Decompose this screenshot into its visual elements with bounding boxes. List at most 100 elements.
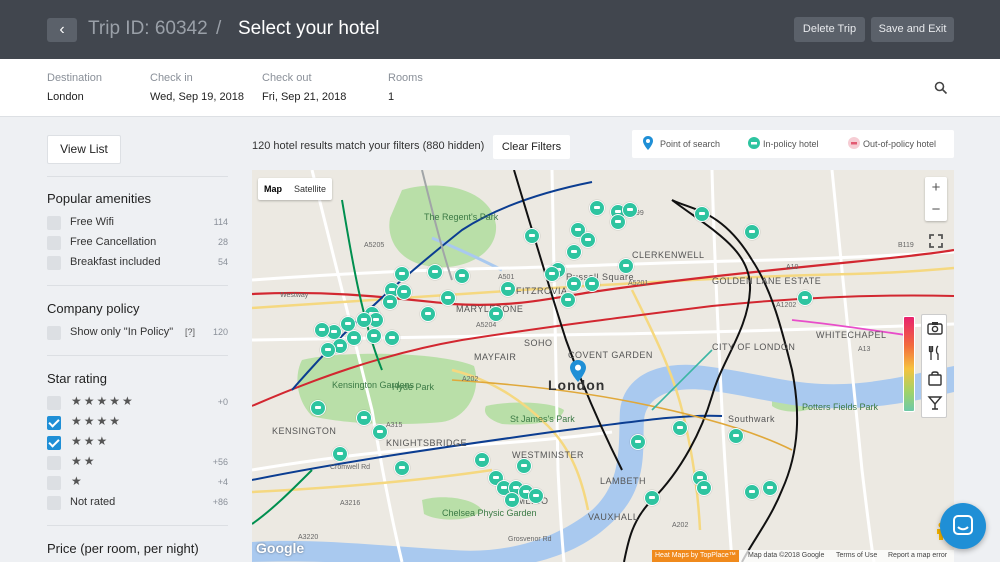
checkbox[interactable] <box>47 216 61 230</box>
hotel-marker[interactable] <box>346 330 362 346</box>
hotel-marker[interactable] <box>630 434 646 450</box>
hotel-marker[interactable] <box>382 294 398 310</box>
hotel-marker[interactable] <box>560 292 576 308</box>
terms-link[interactable]: Terms of Use <box>836 552 877 559</box>
hotel-marker[interactable] <box>544 266 560 282</box>
map-type-control: Map Satellite <box>258 178 333 200</box>
hotel-marker[interactable] <box>622 202 638 218</box>
filter-in-policy[interactable]: Show only "In Policy" [?] 120 <box>47 325 228 341</box>
checkbox[interactable] <box>47 476 61 490</box>
filter-5-stars[interactable]: ★★★★★ +0 <box>47 394 228 411</box>
hotel-marker[interactable] <box>420 306 436 322</box>
hotel-marker[interactable] <box>504 492 520 508</box>
hotel-marker[interactable] <box>396 284 412 300</box>
hotel-marker[interactable] <box>440 290 456 306</box>
shopping-bag-icon[interactable] <box>927 370 943 386</box>
hotel-marker[interactable] <box>356 312 372 328</box>
hotel-marker[interactable] <box>610 214 626 230</box>
map-view-button[interactable]: Map <box>258 178 288 200</box>
zoom-in-button[interactable]: + <box>925 177 947 199</box>
filter-3-stars[interactable]: ★★★ <box>47 434 228 451</box>
restaurant-icon[interactable] <box>927 345 943 361</box>
hotel-marker[interactable] <box>566 244 582 260</box>
hotel-marker[interactable] <box>566 276 582 292</box>
checkbox[interactable] <box>47 236 61 250</box>
hotel-marker[interactable] <box>394 460 410 476</box>
street-label: Cromwell Rd <box>330 464 371 471</box>
filter-breakfast-included[interactable]: Breakfast included 54 <box>47 255 228 271</box>
checkbox[interactable] <box>47 256 61 270</box>
hotel-marker[interactable] <box>528 488 544 504</box>
hotel-marker[interactable] <box>580 232 596 248</box>
hotel-marker[interactable] <box>728 428 744 444</box>
hotel-marker[interactable] <box>454 268 470 284</box>
area-label: MAYFAIR <box>474 352 517 362</box>
hotel-marker[interactable] <box>427 264 443 280</box>
stars: ★ <box>71 474 84 488</box>
hotel-marker[interactable] <box>797 290 813 306</box>
back-button[interactable]: ‹ <box>47 18 77 42</box>
hotel-marker[interactable] <box>618 258 634 274</box>
hotel-marker[interactable] <box>584 276 600 292</box>
hotel-marker[interactable] <box>524 228 540 244</box>
chat-button[interactable] <box>940 503 986 549</box>
hotel-marker[interactable] <box>394 266 410 282</box>
hotel-marker[interactable] <box>310 400 326 416</box>
fullscreen-icon[interactable] <box>925 230 947 252</box>
hotel-marker[interactable] <box>384 330 400 346</box>
hotel-marker[interactable] <box>332 446 348 462</box>
delete-trip-button[interactable]: Delete Trip <box>794 17 865 42</box>
checkbox[interactable] <box>47 496 61 510</box>
destination[interactable]: Destination London <box>47 72 102 103</box>
hotel-map[interactable]: The Regent's Park Kensington Gardens Hyde … <box>252 170 954 562</box>
zoom-out-button[interactable]: − <box>925 199 947 221</box>
check-in[interactable]: Check in Wed, Sep 19, 2018 <box>150 72 244 103</box>
hotel-marker[interactable] <box>589 200 605 216</box>
checkbox[interactable] <box>47 396 61 410</box>
hotel-marker[interactable] <box>672 420 688 436</box>
filter-free-wifi[interactable]: Free Wifi 114 <box>47 215 228 231</box>
filter-label: Free Wifi <box>70 216 114 228</box>
hotel-marker[interactable] <box>696 480 712 496</box>
hotel-marker[interactable] <box>744 224 760 240</box>
park-label: Hyde Park <box>392 382 435 392</box>
hotel-marker[interactable] <box>320 342 336 358</box>
rooms[interactable]: Rooms 1 <box>388 72 423 103</box>
hotel-marker[interactable] <box>488 306 504 322</box>
checkbox[interactable] <box>47 436 61 450</box>
checkbox[interactable] <box>47 416 61 430</box>
report-error-link[interactable]: Report a map error <box>888 552 947 559</box>
point-of-search-pin[interactable] <box>570 360 586 382</box>
hotel-marker[interactable] <box>644 490 660 506</box>
hotel-marker[interactable] <box>516 458 532 474</box>
divider <box>47 285 228 286</box>
hotel-marker[interactable] <box>474 452 490 468</box>
clear-filters-button[interactable]: Clear Filters <box>493 135 570 159</box>
filter-free-cancellation[interactable]: Free Cancellation 28 <box>47 235 228 251</box>
camera-icon[interactable] <box>927 320 943 336</box>
search-icon[interactable] <box>934 81 948 95</box>
hotel-marker[interactable] <box>372 424 388 440</box>
check-out[interactable]: Check out Fri, Sep 21, 2018 <box>262 72 346 103</box>
filter-not-rated[interactable]: Not rated +86 <box>47 495 228 511</box>
out-of-policy-hotel-icon <box>848 137 860 149</box>
view-list-button[interactable]: View List <box>47 135 121 164</box>
filter-2-stars[interactable]: ★★ +56 <box>47 454 228 471</box>
filter-1-star[interactable]: ★ +4 <box>47 474 228 491</box>
checkbox[interactable] <box>47 326 61 340</box>
cocktail-icon[interactable] <box>927 395 943 411</box>
hotel-marker[interactable] <box>356 410 372 426</box>
hotel-marker[interactable] <box>744 484 760 500</box>
save-and-exit-button[interactable]: Save and Exit <box>871 17 954 42</box>
hotel-marker[interactable] <box>500 281 516 297</box>
hotel-marker[interactable] <box>366 328 382 344</box>
satellite-view-button[interactable]: Satellite <box>288 178 332 200</box>
in-policy-help[interactable]: [?] <box>185 327 195 337</box>
hotel-marker[interactable] <box>314 322 330 338</box>
filter-4-stars[interactable]: ★★★★ <box>47 414 228 431</box>
checkbox[interactable] <box>47 456 61 470</box>
hotel-marker[interactable] <box>762 480 778 496</box>
heatmap-credit[interactable]: Heat Maps by TopPlace™ <box>652 550 739 562</box>
hotel-marker[interactable] <box>694 206 710 222</box>
street-label: Grosvenor Rd <box>508 536 552 543</box>
